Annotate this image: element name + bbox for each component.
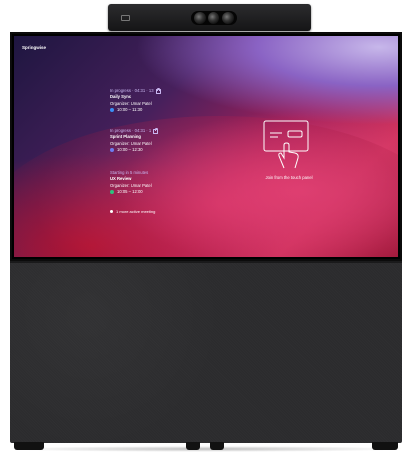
webex-icon (110, 108, 114, 113)
meeting-item: In progress · 04:31 · 13 Daily Sync Orga… (110, 88, 230, 113)
camera-lens-group (191, 11, 237, 25)
join-instruction: Join from the touch panel (265, 175, 313, 180)
camera-bar (108, 4, 311, 31)
camera-lens-icon (208, 12, 219, 24)
display-screen: Springwise In progress · 04:31 · 13 Dail… (10, 32, 402, 261)
camera-lens-icon (222, 12, 234, 24)
room-name: Springwise (22, 45, 47, 50)
calendar-icon (110, 210, 113, 213)
more-meetings: 1 more active meeting (110, 209, 155, 214)
stand-foot (14, 442, 44, 450)
stand-foot (186, 442, 200, 450)
speaker-fabric (10, 261, 402, 443)
teams-icon (110, 148, 114, 153)
stand-foot (372, 442, 398, 450)
meeting-time: 10:00 – 12:30 (117, 146, 143, 152)
zoom-icon (110, 190, 114, 195)
lock-icon (153, 128, 159, 134)
meeting-item: In progress · 04:31 · 1 Sprint Planning … (110, 128, 230, 153)
lock-icon (155, 88, 161, 94)
touch-panel-icon (263, 120, 309, 169)
meeting-time: 10:00 – 11:30 (117, 106, 143, 112)
camera-logo-icon (121, 15, 130, 21)
more-meetings-label: 1 more active meeting (116, 209, 156, 214)
meeting-item: Starting in 5 minutes UX Review Organize… (110, 170, 230, 195)
screen-wallpaper: Springwise In progress · 04:31 · 13 Dail… (14, 36, 398, 257)
stand-foot (210, 442, 224, 450)
camera-lens-icon (194, 12, 206, 24)
meeting-time: 10:05 – 12:00 (117, 188, 143, 194)
